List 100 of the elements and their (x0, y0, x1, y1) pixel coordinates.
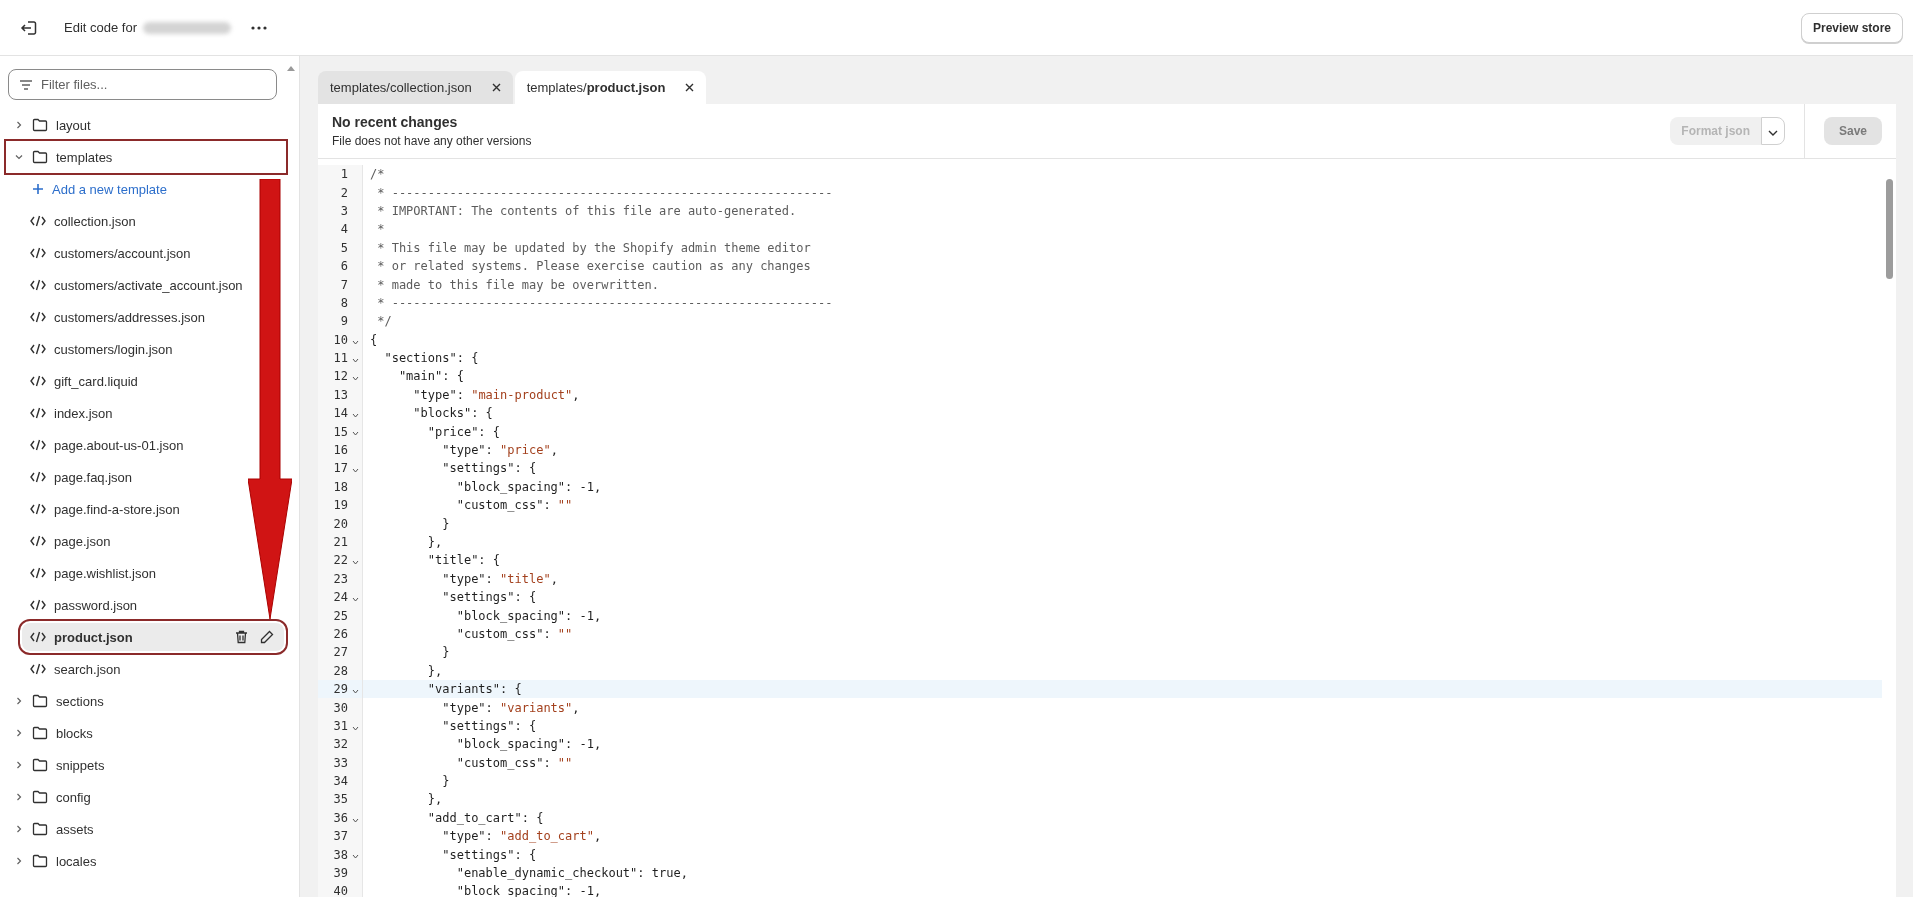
pencil-icon[interactable] (260, 630, 274, 644)
folder-icon (32, 758, 48, 772)
folder-item[interactable]: sections (8, 687, 108, 715)
code-line: "type": "add_to_cart", (441, 829, 602, 844)
file-item[interactable]: customers/account.json (8, 239, 195, 267)
folder-item[interactable]: layout (8, 111, 95, 139)
file-item[interactable]: password.json (8, 591, 142, 619)
line-number: 9 (340, 314, 348, 329)
folder-item[interactable]: config (8, 783, 95, 811)
code-line: "block_spacing": -1, (455, 608, 602, 623)
code-line: * (376, 222, 385, 237)
add-template-link[interactable]: Add a new template (8, 175, 171, 203)
line-number: 24 (333, 590, 348, 605)
code-line: "settings": { (441, 461, 537, 476)
line-number: 11 (333, 351, 348, 366)
code-line: "custom_css": "" (455, 626, 573, 641)
code-line: "main": { (397, 369, 464, 384)
fold-icon[interactable] (352, 357, 359, 363)
file-item[interactable]: page.faq.json (8, 463, 137, 491)
file-item[interactable]: gift_card.liquid (8, 367, 142, 395)
code-icon (30, 407, 46, 419)
folder-item[interactable]: templates (8, 143, 284, 171)
close-icon[interactable] (491, 83, 501, 92)
code-line: /* (370, 167, 385, 182)
code-icon (30, 599, 46, 611)
fold-icon[interactable] (352, 688, 359, 694)
line-number: 2 (340, 185, 348, 200)
line-number: 27 (333, 645, 348, 660)
code-line: "price": { (426, 424, 501, 439)
code-icon (30, 215, 46, 227)
line-number: 17 (333, 461, 348, 476)
file-item[interactable]: search.json (8, 655, 125, 683)
fold-icon[interactable] (352, 817, 359, 823)
line-number: 14 (333, 406, 348, 421)
line-number: 7 (340, 277, 348, 292)
code-icon (30, 375, 46, 387)
fold-icon[interactable] (352, 376, 359, 382)
code-line: "enable_dynamic_checkout": true, (455, 866, 688, 881)
delete-icon[interactable] (235, 630, 248, 644)
line-number: 15 (333, 424, 348, 439)
filter-icon (19, 79, 33, 91)
fold-icon[interactable] (352, 560, 359, 566)
code-icon (30, 503, 46, 515)
file-item[interactable]: page.wishlist.json (8, 559, 160, 587)
line-number: 39 (333, 866, 348, 881)
file-item[interactable]: page.find-a-store.json (8, 495, 184, 523)
file-item[interactable]: index.json (8, 399, 117, 427)
line-number: 31 (333, 718, 348, 733)
folder-icon (32, 790, 48, 804)
code-line: "title": { (426, 553, 501, 568)
exit-icon[interactable] (20, 18, 38, 37)
line-number: 10 (333, 332, 348, 347)
line-number: 6 (340, 259, 348, 274)
code-line: "type": "main-product", (412, 387, 580, 402)
line-number: 32 (333, 737, 348, 752)
line-number: 5 (340, 240, 348, 255)
line-number: 20 (333, 516, 348, 531)
line-number: 19 (333, 498, 348, 513)
file-tab[interactable]: templates/product.json (514, 71, 707, 104)
close-icon[interactable] (685, 83, 695, 92)
filter-field[interactable]: Filter files... (8, 69, 277, 100)
folder-icon (32, 854, 48, 868)
file-item[interactable]: page.json (8, 527, 115, 555)
file-item[interactable]: page.about-us-01.json (8, 431, 188, 459)
line-number: 18 (333, 479, 348, 494)
line-number: 34 (333, 774, 348, 789)
file-item[interactable]: customers/addresses.json (8, 303, 209, 331)
fold-icon[interactable] (352, 339, 359, 345)
fold-icon[interactable] (352, 854, 359, 860)
chevron-icon (14, 728, 24, 738)
file-tab[interactable]: templates/collection.json (318, 71, 513, 104)
line-number: 29 (333, 682, 348, 697)
code-line: "blocks": { (412, 406, 493, 421)
folder-item[interactable]: blocks (8, 719, 97, 747)
code-line: * ------------------------------------------------------------- (376, 185, 833, 200)
fold-icon[interactable] (352, 725, 359, 731)
line-number: 4 (340, 222, 348, 237)
more-icon[interactable] (251, 25, 267, 30)
line-number: 28 (333, 663, 348, 678)
file-item[interactable]: customers/activate_account.json (8, 271, 247, 299)
folder-item[interactable]: locales (8, 847, 101, 875)
code-icon (30, 471, 46, 483)
scrollbar-thumb[interactable] (1886, 179, 1893, 279)
folder-item[interactable]: assets (8, 815, 98, 843)
code-icon (30, 247, 46, 259)
line-number: 37 (333, 829, 348, 844)
line-number: 25 (333, 608, 348, 623)
fold-icon[interactable] (352, 468, 359, 474)
folder-item[interactable]: snippets (8, 751, 109, 779)
fold-icon[interactable] (352, 413, 359, 419)
line-number: 8 (340, 295, 348, 310)
fold-icon[interactable] (352, 597, 359, 602)
preview-store-button[interactable]: Preview store (1800, 12, 1903, 43)
folder-icon (32, 118, 48, 132)
file-item[interactable]: customers/login.json (8, 335, 177, 363)
file-item[interactable]: collection.json (8, 207, 140, 235)
line-number: 38 (333, 847, 348, 862)
line-number: 16 (333, 443, 348, 458)
format-options-button[interactable] (1760, 117, 1785, 145)
fold-icon[interactable] (352, 431, 359, 437)
